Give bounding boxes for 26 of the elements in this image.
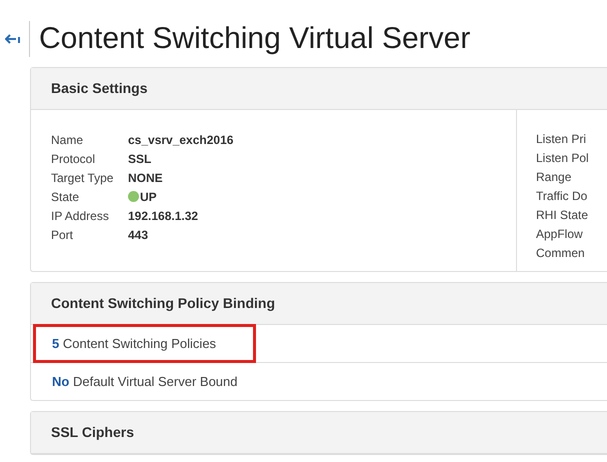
field-label: State [51, 190, 80, 204]
field-label: Name [51, 132, 84, 146]
field-label: Port [51, 228, 74, 242]
field-label: Protocol [51, 152, 96, 166]
field-label: Listen Pri [536, 131, 588, 148]
field-label: Target Type [51, 170, 114, 184]
panel-heading: SSL Ciphers [31, 412, 607, 454]
field-label: RHI State [536, 207, 589, 224]
field-value: SSL [128, 152, 152, 166]
field-label: Listen Pol [536, 150, 589, 167]
back-arrow-icon[interactable] [5, 34, 21, 44]
field-label: Range [536, 169, 572, 186]
binding-link[interactable]: No Default Virtual Server Bound [52, 374, 238, 389]
field-label: Traffic Do [536, 188, 588, 205]
panel-heading: Content Switching Policy Binding [31, 283, 607, 325]
field-label: AppFlow [536, 226, 584, 243]
binding-link[interactable]: 5 Content Switching Policies [52, 336, 216, 351]
field-value: UP [140, 190, 157, 204]
field-label: Commen [536, 245, 586, 262]
field-value: 192.168.1.32 [128, 208, 198, 222]
field-label: IP Address [51, 208, 110, 222]
field-value: NONE [128, 170, 163, 184]
panel-heading: Basic Settings [31, 68, 607, 110]
page-title: Content Switching Virtual Server [29, 21, 470, 57]
field-value: 443 [128, 228, 148, 242]
field-value: cs_vsrv_exch2016 [128, 132, 234, 146]
